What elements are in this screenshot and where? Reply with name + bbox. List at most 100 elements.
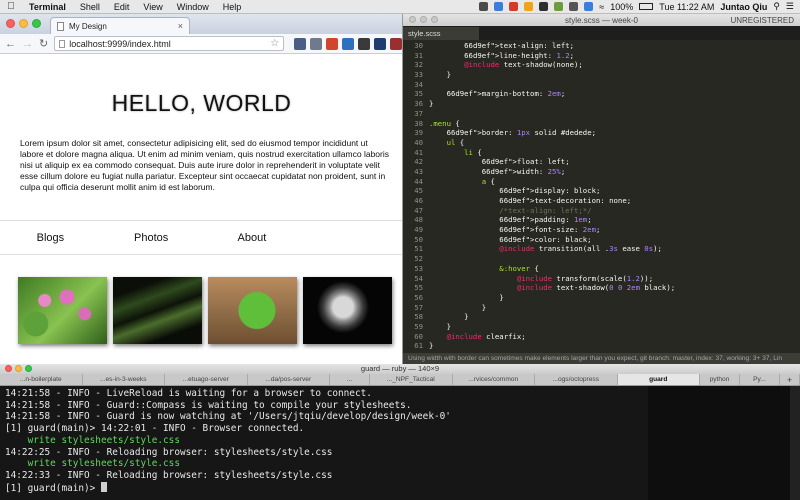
code-line[interactable]: 54 @include transform(scale(1.2)); [403, 274, 800, 284]
code-line[interactable]: 40 ul { [403, 138, 800, 148]
close-window-button[interactable] [5, 365, 12, 372]
code-line[interactable]: 30 66d9ef">text-align: left; [403, 41, 800, 51]
notification-center-icon[interactable]: ☰ [786, 1, 794, 12]
code-line[interactable]: 32 @include text-shadow(none); [403, 60, 800, 70]
code-text: 66d9ef">font-size: 2em; [499, 225, 601, 235]
new-tab-button[interactable]: + [780, 374, 800, 385]
battery-percent[interactable]: 100% [610, 2, 633, 12]
nav-item-photos[interactable]: Photos [101, 221, 202, 254]
nav-item-blogs[interactable]: Blogs [0, 221, 101, 254]
code-line[interactable]: 48 66d9ef">padding: 1em; [403, 215, 800, 225]
code-line[interactable]: 35 66d9ef">margin-bottom: 2em; [403, 89, 800, 99]
minimize-window-button[interactable] [15, 365, 22, 372]
code-line[interactable]: 36} [403, 99, 800, 109]
code-line[interactable]: 60 @include clearfix; [403, 332, 800, 342]
photo-thumbnail-flowers[interactable] [18, 277, 107, 344]
terminal-tab[interactable]: ...da/pos-server [248, 374, 330, 385]
terminal-tab[interactable]: ...etuago-server [165, 374, 248, 385]
tray-app-icon[interactable] [479, 2, 489, 11]
spotlight-search-icon[interactable]: ⚲ [773, 1, 780, 12]
terminal-tab[interactable]: ...rvices/common [453, 374, 535, 385]
code-line[interactable]: 61} [403, 341, 800, 351]
code-line[interactable]: 39 66d9ef">border: 1px solid #dedede; [403, 128, 800, 138]
extension-icon[interactable] [390, 37, 402, 50]
user-name[interactable]: Juntao Qiu [720, 2, 767, 12]
code-line[interactable]: 58 } [403, 312, 800, 322]
editor-tab-style-scss[interactable]: style.scss [403, 27, 479, 40]
reload-button[interactable]: ↻ [39, 37, 48, 50]
menu-help[interactable]: Help [216, 2, 249, 12]
terminal-tab-python[interactable]: python [700, 374, 740, 385]
apple-menu-icon[interactable]:  [0, 1, 22, 12]
code-line[interactable]: 31 66d9ef">line-height: 1.2; [403, 51, 800, 61]
code-line[interactable]: 52 [403, 254, 800, 264]
extension-icon[interactable] [294, 37, 307, 50]
code-line[interactable]: 56 } [403, 293, 800, 303]
extension-icon[interactable] [342, 37, 355, 50]
code-line[interactable]: 38 .menu { [403, 119, 800, 129]
close-tab-icon[interactable]: × [178, 21, 183, 31]
minimize-window-button[interactable] [19, 19, 28, 28]
battery-icon[interactable] [639, 3, 654, 10]
tray-app-icon[interactable] [554, 2, 564, 11]
terminal-tab-py[interactable]: Py... [740, 374, 780, 385]
extension-icon[interactable] [310, 37, 323, 50]
line-number: 54 [414, 273, 423, 283]
code-line[interactable]: 41 li { [403, 148, 800, 158]
terminal-tab-overflow[interactable]: ... [330, 374, 370, 385]
code-line[interactable]: 42 66d9ef">float: left; [403, 157, 800, 167]
tray-app-icon[interactable] [494, 2, 504, 11]
clock[interactable]: Tue 11:22 AM [659, 2, 714, 12]
code-text: 66d9ef">width: 25%; [481, 166, 566, 176]
code-line[interactable]: 43 66d9ef">width: 25%; [403, 167, 800, 177]
terminal-tab-guard[interactable]: guard [617, 374, 700, 385]
code-line[interactable]: 44 a { [403, 177, 800, 187]
address-bar[interactable]: localhost:9999/index.html ☆ [54, 36, 285, 51]
code-line[interactable]: 45 66d9ef">display: block; [403, 186, 800, 196]
photo-thumbnail-grass[interactable] [113, 277, 202, 344]
back-button[interactable]: ← [5, 38, 16, 50]
code-area[interactable]: 30 66d9ef">text-align: left; 31 66d9ef">l… [403, 40, 800, 361]
code-line[interactable]: 34 [403, 80, 800, 90]
forward-button[interactable]: → [22, 38, 33, 50]
code-line[interactable]: 57 } [403, 303, 800, 313]
code-line[interactable]: 53 &:hover { [403, 264, 800, 274]
address-bar-url[interactable]: localhost:9999/index.html [69, 39, 171, 49]
code-line[interactable]: 55 @include text-shadow(0 0 2em black); [403, 283, 800, 293]
zoom-window-button[interactable] [25, 365, 32, 372]
menu-edit[interactable]: Edit [107, 2, 137, 12]
menu-shell[interactable]: Shell [73, 2, 107, 12]
zoom-window-button[interactable] [32, 19, 41, 28]
tray-app-icon[interactable] [509, 2, 519, 11]
code-line[interactable]: 46 66d9ef">text-decoration: none; [403, 196, 800, 206]
code-line[interactable]: 51 @include transition(all .3s ease 0s); [403, 244, 800, 254]
tray-app-icon[interactable] [524, 2, 534, 11]
code-line[interactable]: 49 66d9ef">font-size: 2em; [403, 225, 800, 235]
terminal-scrollbar[interactable] [790, 386, 800, 500]
code-line[interactable]: 50 66d9ef">color: black; [403, 235, 800, 245]
code-line[interactable]: 59 } [403, 322, 800, 332]
terminal-tab[interactable]: ...n-boilerplate [0, 374, 83, 385]
tray-app-icon[interactable] [539, 2, 549, 11]
extension-icon[interactable] [326, 37, 339, 50]
code-line[interactable]: 47 /*text-align: left;*/ [403, 206, 800, 216]
photo-thumbnail-moon[interactable] [303, 277, 392, 344]
tray-app-icon[interactable] [569, 2, 579, 11]
bookmark-star-icon[interactable]: ☆ [270, 38, 279, 49]
terminal-tab[interactable]: ...es-in-3-weeks [83, 374, 165, 385]
code-line[interactable]: 33 } [403, 70, 800, 80]
extension-icon[interactable] [358, 37, 371, 50]
menu-window[interactable]: Window [170, 2, 216, 12]
close-window-button[interactable] [6, 19, 15, 28]
code-line[interactable]: 37 [403, 109, 800, 119]
wifi-icon[interactable]: ≈ [599, 2, 604, 12]
terminal-tab[interactable]: ...ogs/octopress [535, 374, 618, 385]
tray-app-icon[interactable] [584, 2, 594, 11]
browser-tab[interactable]: My Design × [50, 17, 190, 34]
extension-icon[interactable] [374, 37, 387, 50]
menu-view[interactable]: View [136, 2, 169, 12]
terminal-tab[interactable]: ..._NPF_Tactical [370, 374, 453, 385]
photo-thumbnail-puzzle[interactable] [208, 277, 297, 344]
menu-app-terminal[interactable]: Terminal [22, 2, 73, 12]
nav-item-about[interactable]: About [202, 221, 303, 254]
